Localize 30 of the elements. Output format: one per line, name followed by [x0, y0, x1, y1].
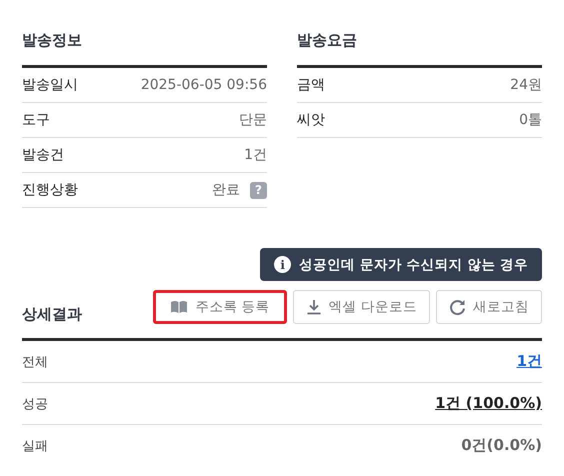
help-button[interactable]: ?	[250, 182, 267, 198]
section-title: 발송요금	[297, 30, 358, 51]
row-label: 발송일시	[22, 76, 78, 94]
row-value: 24원	[510, 76, 542, 94]
count-link[interactable]: 1건 (100.0%)	[435, 394, 542, 413]
row-label: 발송건	[22, 146, 64, 164]
count-link[interactable]: 1건	[516, 352, 542, 371]
section-title: 상세결과	[22, 305, 82, 324]
row-label: 씨앗	[297, 111, 325, 129]
toolbar-button[interactable]: 주소록 등록	[153, 290, 287, 324]
toolbar-button[interactable]: 엑셀 다운로드	[292, 290, 430, 324]
row-label: 진행상황	[22, 181, 78, 199]
row-value: 단문	[239, 111, 267, 129]
section-title: 발송정보	[22, 30, 83, 51]
row-value: 1건	[244, 146, 267, 164]
info-icon: i	[274, 256, 292, 273]
row-value: 0건(0.0%)	[461, 436, 542, 455]
row-label: 전체	[22, 354, 48, 370]
toolbar-button[interactable]: 새로고침	[436, 290, 542, 324]
row-label: 금액	[297, 76, 325, 94]
download-icon	[306, 299, 322, 315]
row-value: 2025-06-05 09:56	[140, 77, 267, 93]
refresh-icon	[449, 298, 466, 316]
notice-button[interactable]: i 성공인데 문자가 수신되지 않는 경우	[260, 248, 542, 281]
book-icon	[170, 300, 188, 314]
row-label: 실패	[22, 438, 48, 454]
row-value: 완료	[212, 181, 240, 199]
row-value: 0톨	[519, 111, 542, 129]
row-label: 성공	[22, 396, 48, 412]
row-label: 도구	[22, 111, 50, 129]
